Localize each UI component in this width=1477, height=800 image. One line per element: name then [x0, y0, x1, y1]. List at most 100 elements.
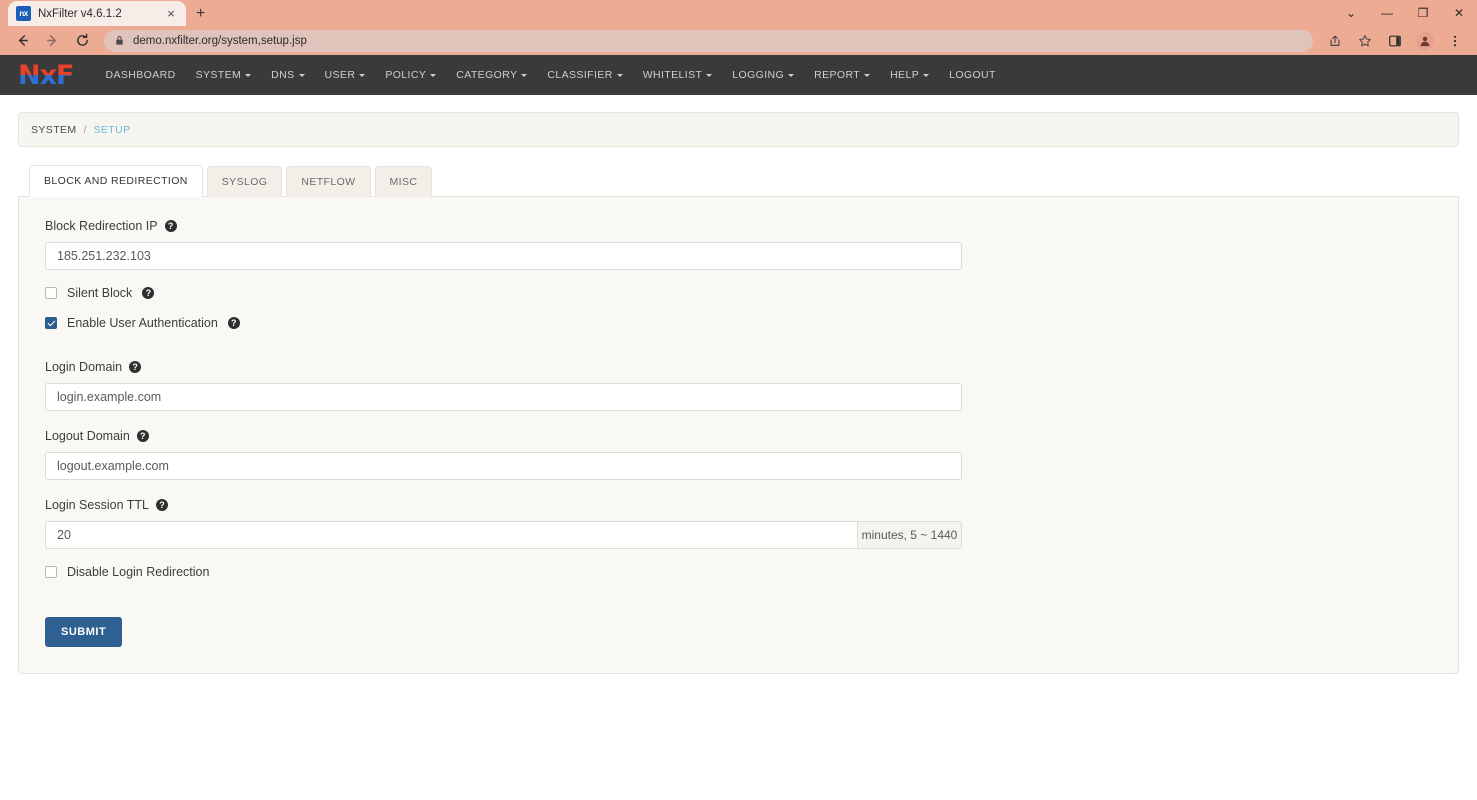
- breadcrumb-parent[interactable]: SYSTEM: [31, 124, 77, 136]
- lock-icon: [114, 35, 125, 46]
- label-login-domain: Login Domain ?: [45, 360, 1432, 374]
- input-group-login-session-ttl: 20 minutes, 5 ~ 1440: [45, 521, 962, 549]
- input-block-redirection-ip[interactable]: 185.251.232.103: [45, 242, 962, 270]
- bookmark-star-icon[interactable]: [1351, 27, 1379, 55]
- nav-item-system[interactable]: SYSTEM: [186, 63, 262, 87]
- label-text: Login Session TTL: [45, 498, 149, 512]
- tab-close-icon[interactable]: ×: [164, 7, 178, 20]
- input-logout-domain[interactable]: logout.example.com: [45, 452, 962, 480]
- chevron-down-icon: [298, 73, 305, 77]
- nav-item-policy[interactable]: POLICY: [375, 63, 446, 87]
- label-disable-login-redirection: Disable Login Redirection: [67, 565, 210, 579]
- url-text: demo.nxfilter.org/system,setup.jsp: [133, 34, 307, 47]
- address-bar[interactable]: demo.nxfilter.org/system,setup.jsp: [104, 29, 1313, 52]
- tab-title: NxFilter v4.6.1.2: [38, 7, 122, 20]
- label-silent-block: Silent Block: [67, 286, 133, 300]
- field-login-domain: Login Domain ? login.example.com: [45, 360, 1432, 411]
- help-icon[interactable]: ?: [136, 430, 149, 442]
- nav-item-logout[interactable]: LOGOUT: [939, 63, 1006, 87]
- nav-label: WHITELIST: [642, 69, 703, 81]
- breadcrumb-current[interactable]: SETUP: [94, 124, 131, 136]
- nav-label: LOGGING: [732, 69, 785, 81]
- checkbox-enable-user-authentication[interactable]: [45, 317, 57, 329]
- browser-menu-icon[interactable]: [1441, 27, 1469, 55]
- chevron-down-icon: [430, 73, 437, 77]
- toolbar-actions: [1321, 27, 1469, 55]
- nav-item-dns[interactable]: DNS: [261, 63, 314, 87]
- browser-window: nx NxFilter v4.6.1.2 × + ⌄ — ❐ ✕ demo.nx…: [0, 0, 1477, 800]
- help-icon[interactable]: ?: [142, 287, 155, 299]
- chevron-down-icon[interactable]: ⌄: [1333, 0, 1369, 26]
- chevron-down-icon: [923, 73, 930, 77]
- nav-item-classifier[interactable]: CLASSIFIER: [537, 63, 632, 87]
- nav-item-whitelist[interactable]: WHITELIST: [633, 63, 723, 87]
- label-login-session-ttl: Login Session TTL ?: [45, 498, 1432, 512]
- window-controls: ⌄ — ❐ ✕: [1333, 0, 1477, 26]
- label-block-redirection-ip: Block Redirection IP ?: [45, 219, 1432, 233]
- reload-icon[interactable]: [68, 27, 96, 55]
- page-viewport: NxF DASHBOARD SYSTEM DNS USER POLICY CAT…: [0, 55, 1477, 800]
- breadcrumb: SYSTEM / SETUP: [18, 112, 1459, 147]
- side-panel-icon[interactable]: [1381, 27, 1409, 55]
- field-logout-domain: Logout Domain ? logout.example.com: [45, 429, 1432, 480]
- nav-label: DASHBOARD: [105, 69, 176, 81]
- nav-item-category[interactable]: CATEGORY: [446, 63, 537, 87]
- forward-icon[interactable]: [38, 27, 66, 55]
- nav-label: POLICY: [385, 69, 427, 81]
- nav-label: DNS: [271, 69, 295, 81]
- nav-item-user[interactable]: USER: [315, 63, 376, 87]
- help-icon[interactable]: ?: [227, 317, 240, 329]
- input-login-session-ttl[interactable]: 20: [45, 521, 857, 549]
- chevron-down-icon: [788, 73, 795, 77]
- tab-block-and-redirection[interactable]: BLOCK AND REDIRECTION: [29, 165, 203, 197]
- browser-tab[interactable]: nx NxFilter v4.6.1.2 ×: [8, 1, 186, 26]
- checkbox-disable-login-redirection[interactable]: [45, 566, 57, 578]
- label-logout-domain: Logout Domain ?: [45, 429, 1432, 443]
- chevron-down-icon: [706, 73, 713, 77]
- tab-misc[interactable]: MISC: [374, 166, 433, 197]
- tab-strip: nx NxFilter v4.6.1.2 × + ⌄ — ❐ ✕: [0, 0, 1477, 26]
- breadcrumb-separator: /: [83, 123, 87, 136]
- maximize-icon[interactable]: ❐: [1405, 0, 1441, 26]
- submit-button[interactable]: SUBMIT: [45, 617, 123, 647]
- input-login-domain[interactable]: login.example.com: [45, 383, 962, 411]
- avatar: [1416, 31, 1434, 50]
- help-icon[interactable]: ?: [129, 361, 142, 373]
- checkbox-silent-block[interactable]: [45, 287, 57, 299]
- field-login-session-ttl: Login Session TTL ? 20 minutes, 5 ~ 1440: [45, 498, 1432, 549]
- label-text: Login Domain: [45, 360, 123, 374]
- page-content: SYSTEM / SETUP BLOCK AND REDIRECTION SYS…: [0, 112, 1477, 674]
- label-text: Logout Domain: [45, 429, 130, 443]
- logo-text: NxF: [18, 59, 74, 91]
- nav-item-help[interactable]: HELP: [880, 63, 939, 87]
- chevron-down-icon: [864, 73, 871, 77]
- nav-item-report[interactable]: REPORT: [804, 63, 880, 87]
- tab-syslog[interactable]: SYSLOG: [206, 166, 283, 197]
- field-silent-block: Silent Block ?: [45, 286, 1432, 300]
- new-tab-icon[interactable]: +: [196, 6, 205, 26]
- close-icon[interactable]: ✕: [1441, 0, 1477, 26]
- help-icon[interactable]: ?: [156, 499, 168, 511]
- nav-label: CATEGORY: [456, 69, 518, 81]
- tab-netflow[interactable]: NETFLOW: [286, 166, 371, 197]
- chevron-down-icon: [616, 73, 623, 77]
- settings-card: Block Redirection IP ? 185.251.232.103 S…: [18, 197, 1459, 674]
- nav-label: CLASSIFIER: [547, 69, 613, 81]
- help-icon[interactable]: ?: [164, 220, 177, 232]
- chevron-down-icon: [359, 73, 366, 77]
- app-navbar: NxF DASHBOARD SYSTEM DNS USER POLICY CAT…: [0, 55, 1477, 95]
- favicon-label: nx: [19, 8, 28, 18]
- profile-avatar[interactable]: [1411, 27, 1439, 55]
- chevron-down-icon: [521, 73, 528, 77]
- label-enable-user-authentication: Enable User Authentication: [67, 316, 218, 330]
- input-addon-minutes-range: minutes, 5 ~ 1440: [857, 521, 962, 549]
- nxfilter-logo[interactable]: NxF: [18, 59, 74, 91]
- share-icon[interactable]: [1321, 27, 1349, 55]
- minimize-icon[interactable]: —: [1369, 0, 1405, 26]
- nav-item-dashboard[interactable]: DASHBOARD: [95, 63, 185, 87]
- back-icon[interactable]: [8, 27, 36, 55]
- nav-item-logging[interactable]: LOGGING: [722, 63, 804, 87]
